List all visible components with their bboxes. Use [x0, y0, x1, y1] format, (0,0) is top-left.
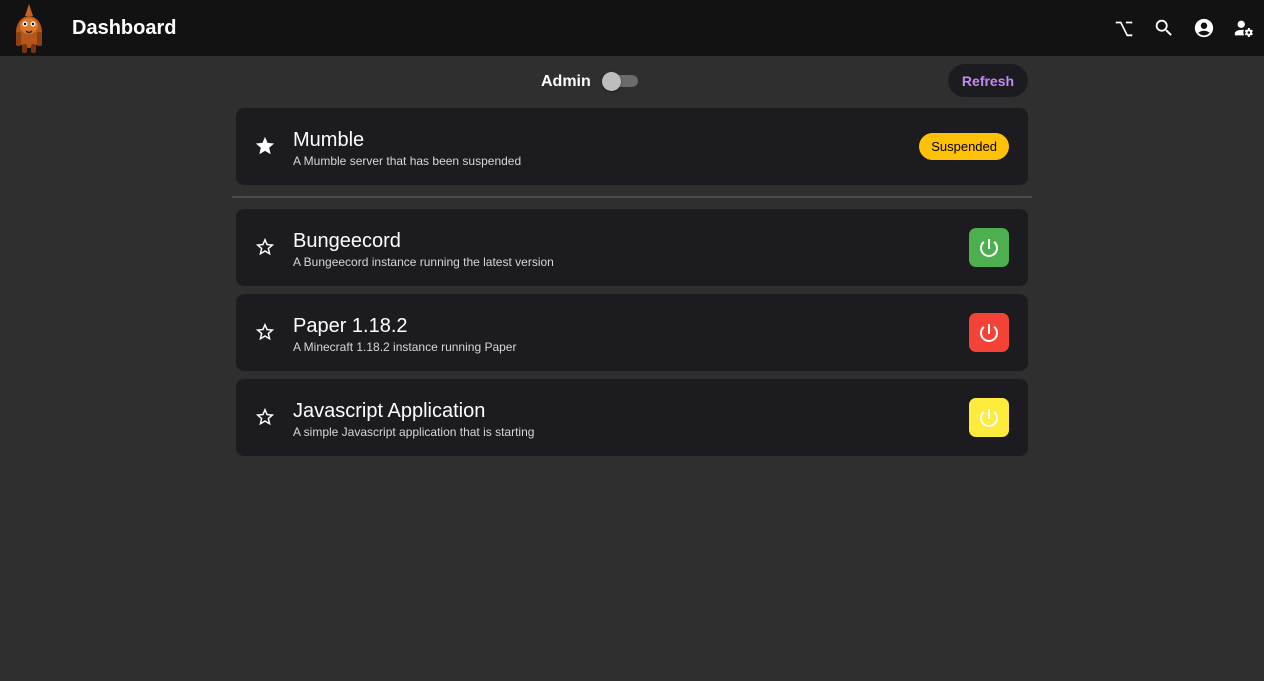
server-description: A Bungeecord instance running the latest… [293, 255, 554, 269]
star-filled-icon[interactable] [254, 135, 276, 157]
star-outline-icon[interactable] [254, 321, 276, 343]
server-name: Paper 1.18.2 [293, 315, 408, 337]
refresh-button[interactable]: Refresh [948, 64, 1028, 97]
server-name: Bungeecord [293, 230, 401, 252]
server-name: Mumble [293, 129, 365, 151]
server-card[interactable]: Paper 1.18.2 A Minecraft 1.18.2 instance… [236, 294, 1028, 371]
star-outline-icon[interactable] [254, 406, 276, 428]
server-description: A Mumble server that has been suspended [293, 154, 522, 168]
server-card[interactable]: Javascript Application A simple Javascri… [236, 379, 1028, 456]
search-icon[interactable] [1152, 16, 1176, 40]
server-description: A simple Javascript application that is … [293, 425, 535, 439]
app-logo[interactable] [10, 2, 48, 54]
power-icon [980, 238, 998, 257]
power-icon [980, 323, 998, 342]
server-card-favorite[interactable]: Mumble A Mumble server that has been sus… [236, 108, 1028, 185]
status-badge: Suspended [919, 133, 1009, 160]
user-settings-icon[interactable] [1232, 16, 1256, 40]
option-key-icon[interactable] [1112, 16, 1136, 40]
server-card[interactable]: Bungeecord A Bungeecord instance running… [236, 209, 1028, 286]
admin-label: Admin [541, 73, 591, 90]
account-icon[interactable] [1192, 16, 1216, 40]
divider [232, 196, 1032, 198]
power-button[interactable] [969, 228, 1009, 267]
server-name: Javascript Application [293, 400, 486, 422]
power-icon [980, 408, 998, 427]
power-button[interactable] [969, 313, 1009, 352]
page-title: Dashboard [72, 17, 177, 39]
star-outline-icon[interactable] [254, 236, 276, 258]
top-app-bar: Dashboard [0, 0, 1264, 56]
power-button[interactable] [969, 398, 1009, 437]
server-description: A Minecraft 1.18.2 instance running Pape… [293, 340, 517, 354]
admin-toggle[interactable] [602, 72, 638, 91]
